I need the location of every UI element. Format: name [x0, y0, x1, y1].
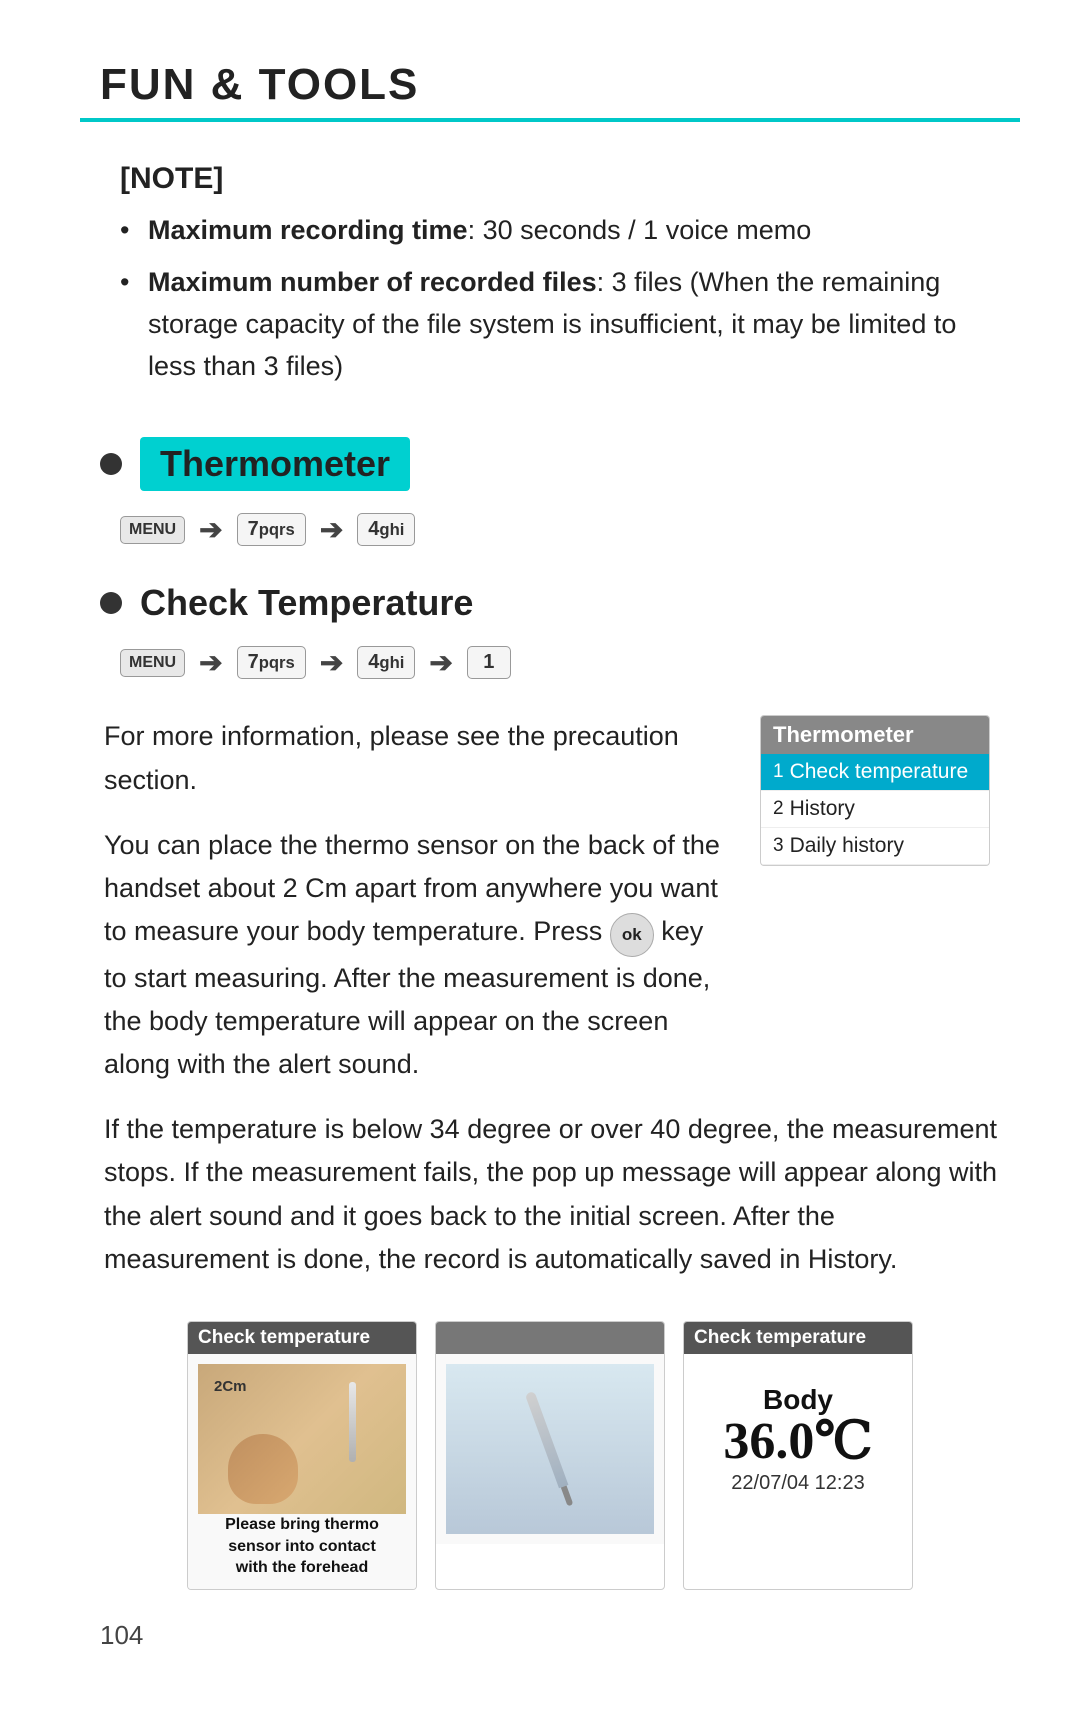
image-card-3: Check temperature Body 36.0℃ 22/07/04 12… — [683, 1321, 913, 1590]
thermo-stick-sim — [349, 1382, 356, 1462]
ok-key: ok — [610, 913, 654, 957]
note-item-1: Maximum recording time: 30 seconds / 1 v… — [120, 210, 1000, 252]
image-card-1-body: 2Cm Please bring thermosensor into conta… — [188, 1354, 416, 1589]
image-card-2-title — [436, 1322, 664, 1354]
check-temp-left-col: For more information, please see the pre… — [100, 715, 730, 1108]
thermometer-heading-text: Thermometer — [140, 437, 410, 491]
phone-menu-item-1: 1 Check temperature — [761, 754, 989, 791]
check-temp-nav-row: MENU ➔ 7pqrs ➔ 4ghi ➔ 1 — [100, 646, 1000, 679]
image-card-2 — [435, 1321, 665, 1590]
key-4ghi-1: 4ghi — [357, 513, 415, 546]
key-7pqrs-1: 7pqrs — [237, 513, 306, 546]
hand-shape — [228, 1434, 298, 1504]
arrow-4: ➔ — [320, 646, 343, 679]
pen-image-sim — [446, 1364, 654, 1534]
phone-menu-title: Thermometer — [761, 716, 989, 754]
check-temp-right-col: Thermometer 1 Check temperature 2 Histor… — [760, 715, 1000, 1108]
page-number: 104 — [100, 1620, 1000, 1651]
check-temp-heading-text: Check Temperature — [140, 582, 473, 624]
key-7pqrs-2: 7pqrs — [237, 646, 306, 679]
para-2: You can place the thermo sensor on the b… — [100, 824, 730, 1087]
thermometer-nav-row: MENU ➔ 7pqrs ➔ 4ghi — [100, 513, 1000, 546]
check-temp-heading: Check Temperature — [100, 582, 1000, 624]
check-temperature-section: Check Temperature MENU ➔ 7pqrs ➔ 4ghi ➔ … — [100, 582, 1000, 1281]
menu-key-2: MENU — [120, 649, 185, 677]
thermometer-bullet — [100, 453, 122, 475]
arrow-5: ➔ — [429, 646, 452, 679]
image-card-3-title: Check temperature — [684, 1322, 912, 1354]
image-card-1-title: Check temperature — [188, 1322, 416, 1354]
arrow-2: ➔ — [320, 513, 343, 546]
hand-image-sim: 2Cm — [198, 1364, 406, 1514]
distance-label: 2Cm — [214, 1378, 247, 1395]
image-card-1-caption: Please bring thermosensor into contactwi… — [219, 1514, 385, 1579]
menu-item-label-1: Check temperature — [790, 760, 969, 784]
arrow-1: ➔ — [199, 513, 222, 546]
key-1: 1 — [467, 646, 511, 679]
page-title: FUN & TOOLS — [100, 60, 1000, 110]
phone-menu-widget: Thermometer 1 Check temperature 2 Histor… — [760, 715, 990, 866]
note-item-2: Maximum number of recorded files: 3 file… — [120, 262, 1000, 388]
pen-tip-shape — [561, 1486, 573, 1507]
note-item-1-bold: Maximum recording time — [148, 215, 468, 245]
pen-body — [525, 1391, 569, 1488]
image-card-1: Check temperature 2Cm Please bring therm… — [187, 1321, 417, 1590]
check-temp-bullet — [100, 592, 122, 614]
menu-item-num-1: 1 — [773, 761, 784, 783]
note-section: [NOTE] Maximum recording time: 30 second… — [100, 162, 1000, 387]
para-3: If the temperature is below 34 degree or… — [100, 1108, 1000, 1281]
para-1: For more information, please see the pre… — [100, 715, 730, 801]
menu-item-num-2: 2 — [773, 798, 784, 820]
note-item-2-bold: Maximum number of recorded files — [148, 267, 597, 297]
menu-key-1: MENU — [120, 516, 185, 544]
image-card-3-body: Body 36.0℃ 22/07/04 12:23 — [684, 1354, 912, 1525]
arrow-3: ➔ — [199, 646, 222, 679]
check-temp-main-layout: For more information, please see the pre… — [100, 715, 1000, 1108]
image-card-2-body — [436, 1354, 664, 1544]
menu-item-label-3: Daily history — [790, 834, 904, 858]
temp-date: 22/07/04 12:23 — [731, 1472, 864, 1495]
thermometer-heading: Thermometer — [100, 437, 1000, 491]
note-item-1-text: : 30 seconds / 1 voice memo — [468, 215, 812, 245]
phone-menu-item-3: 3 Daily history — [761, 828, 989, 865]
body-label: Body — [763, 1384, 833, 1416]
phone-menu-item-2: 2 History — [761, 791, 989, 828]
title-underline — [80, 118, 1020, 122]
note-title: [NOTE] — [120, 162, 1000, 196]
key-4ghi-2: 4ghi — [357, 646, 415, 679]
menu-item-label-2: History — [790, 797, 855, 821]
temp-result-display: Body 36.0℃ 22/07/04 12:23 — [694, 1370, 902, 1509]
temp-value: 36.0℃ — [723, 1416, 872, 1468]
images-row: Check temperature 2Cm Please bring therm… — [100, 1321, 1000, 1590]
menu-item-num-3: 3 — [773, 835, 784, 857]
